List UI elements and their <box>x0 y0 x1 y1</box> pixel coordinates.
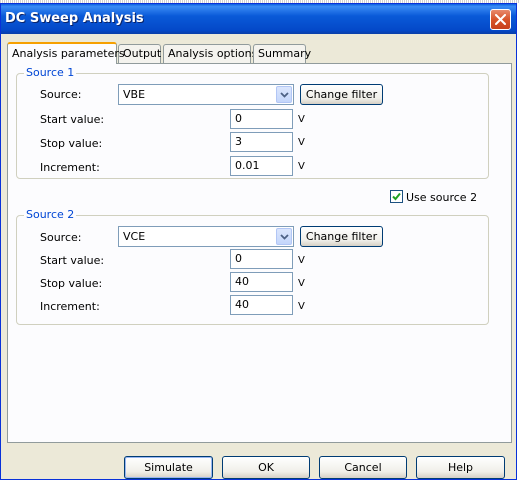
source1-start-unit: V <box>298 114 305 125</box>
source1-start-input[interactable]: 0 <box>230 109 293 129</box>
tab-analysis-options[interactable]: Analysis options <box>163 44 257 63</box>
source1-source-value: VBE <box>123 88 146 101</box>
source2-start-input[interactable]: 0 <box>230 249 293 269</box>
checkmark-icon <box>392 192 401 201</box>
source1-increment-input[interactable]: 0.01 <box>230 156 293 176</box>
source1-source-label: Source: <box>40 88 82 101</box>
source2-source-select[interactable]: VCE <box>118 226 294 247</box>
use-source2-checkbox[interactable] <box>390 190 403 203</box>
chevron-down-icon[interactable] <box>276 86 292 103</box>
tab-label: Analysis parameters <box>12 47 125 60</box>
source2-source-value: VCE <box>123 230 146 243</box>
source2-stop-unit: V <box>298 278 305 289</box>
tab-analysis-parameters[interactable]: Analysis parameters <box>7 42 125 64</box>
source1-increment-label: Increment: <box>40 161 100 174</box>
source2-increment-unit: V <box>298 301 305 312</box>
help-button[interactable]: Help <box>416 456 505 479</box>
simulate-button[interactable]: Simulate <box>124 456 213 479</box>
dc-sweep-dialog: DC Sweep Analysis Analysis parameters Ou… <box>0 3 517 480</box>
source2-group-label: Source 2 <box>24 208 77 221</box>
close-button[interactable] <box>490 9 511 30</box>
analysis-parameters-panel: Source 1 Source: VBE Change filter Start… <box>7 63 512 443</box>
source1-stop-label: Stop value: <box>40 137 103 150</box>
source1-source-select[interactable]: VBE <box>118 84 294 105</box>
use-source2-label[interactable]: Use source 2 <box>406 191 477 204</box>
ok-button[interactable]: OK <box>222 456 310 479</box>
close-icon <box>495 14 506 25</box>
source1-stop-unit: V <box>298 137 305 148</box>
tab-label: Output <box>123 47 162 60</box>
chevron-down-icon[interactable] <box>276 228 292 245</box>
tab-label: Summary <box>258 47 312 60</box>
tab-label: Analysis options <box>168 47 258 60</box>
cancel-button[interactable]: Cancel <box>319 456 407 479</box>
source1-increment-unit: V <box>298 161 305 172</box>
source1-stop-input[interactable]: 3 <box>230 132 293 152</box>
source2-start-unit: V <box>298 255 305 266</box>
source1-group-label: Source 1 <box>24 66 77 79</box>
source2-stop-input[interactable]: 40 <box>230 272 293 292</box>
title-bar[interactable]: DC Sweep Analysis <box>1 4 516 34</box>
source2-stop-label: Stop value: <box>40 277 103 290</box>
tab-summary[interactable]: Summary <box>253 44 311 63</box>
source1-start-label: Start value: <box>40 113 105 126</box>
source1-change-filter-button[interactable]: Change filter <box>300 84 383 105</box>
source2-increment-label: Increment: <box>40 300 100 313</box>
source2-change-filter-button[interactable]: Change filter <box>300 226 383 247</box>
window-title: DC Sweep Analysis <box>5 11 144 26</box>
source2-start-label: Start value: <box>40 254 105 267</box>
source2-increment-input[interactable]: 40 <box>230 295 293 315</box>
source2-source-label: Source: <box>40 231 82 244</box>
